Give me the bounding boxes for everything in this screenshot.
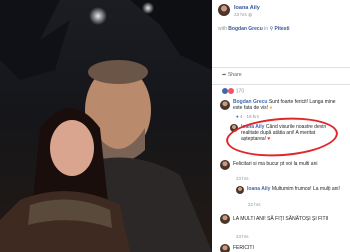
comment-text: LA MULTI ANI! SĂ FIȚI SĂNĂTOȘI ȘI FITII	[233, 216, 329, 222]
post-panel: Ioana Aily 23 hrs ◍ with Bogdan Grecu in…	[212, 0, 350, 252]
comment-text: Felicitari si ma bucur pt voi la multi a…	[233, 161, 318, 167]
heart-eyes-emoji-icon: ●	[269, 105, 273, 111]
commenter-avatar[interactable]	[220, 214, 230, 224]
couple-selfie-image	[0, 0, 212, 252]
like-reaction-icon	[222, 88, 228, 94]
comment: Felicitari si ma bucur pt voi la multi a…	[233, 161, 345, 167]
commenter-avatar[interactable]	[236, 186, 244, 194]
comment-meta: ● 4 · 19 hrs	[236, 114, 259, 119]
post-tag-line: with Bogdan Grecu in ⚲ Pitesti	[218, 26, 290, 32]
comment: Bogdan Grecu Sunt foarte fericit! Langa …	[233, 99, 345, 111]
reactions-summary[interactable]: 170	[222, 88, 244, 94]
author-avatar[interactable]	[218, 4, 230, 16]
comment-author[interactable]: Ioana Aily	[247, 186, 270, 192]
location-pin-icon: ⚲	[269, 26, 274, 32]
comment-text: FERICITI	[233, 245, 254, 251]
like-count-icon: ●	[236, 114, 239, 119]
tagged-person-link[interactable]: Bogdan Grecu	[228, 26, 262, 32]
post-timestamp[interactable]: 23 hrs ◍	[234, 12, 252, 18]
post-author-name[interactable]: Ioana Aily	[234, 5, 260, 12]
share-button[interactable]: ➦ Share	[222, 72, 242, 78]
highlight-circle	[224, 114, 340, 160]
divider	[212, 84, 350, 85]
commenter-avatar[interactable]	[220, 160, 230, 170]
commenter-avatar[interactable]	[220, 244, 230, 252]
comment: Ioana Aily Multumim frumos! La mulți ani…	[247, 186, 347, 192]
post-photo[interactable]	[0, 0, 212, 252]
divider	[212, 67, 350, 68]
love-reaction-icon	[228, 88, 235, 94]
place-link[interactable]: Pitesti	[275, 26, 290, 32]
comment-text: Multumim frumos! La mulți ani!	[271, 186, 340, 192]
comment-meta: 23 hrs	[236, 176, 249, 181]
comment-meta: 23 hrs	[236, 234, 249, 239]
globe-icon: ◍	[248, 12, 253, 17]
comment-meta: 22 hrs	[248, 202, 261, 207]
commenter-avatar[interactable]	[220, 100, 230, 110]
comment: LA MULTI ANI! SĂ FIȚI SĂNĂTOȘI ȘI FITII	[233, 216, 345, 222]
comment: FERICITI	[233, 245, 345, 251]
share-icon: ➦	[222, 72, 227, 78]
